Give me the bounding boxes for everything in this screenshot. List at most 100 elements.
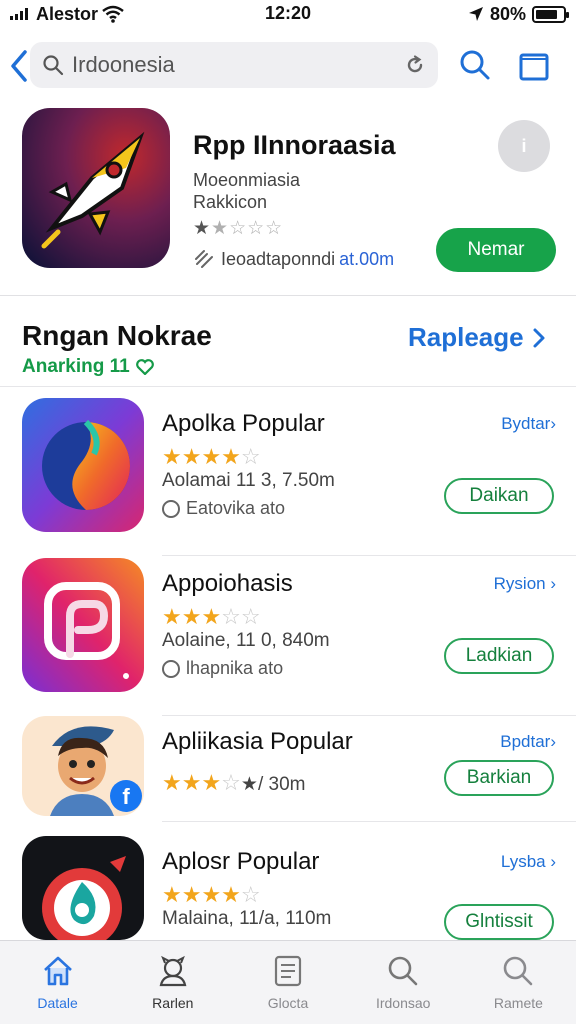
search-icon	[43, 55, 64, 76]
stars-filled: ★★★★	[162, 444, 241, 469]
battery-percent: 80%	[489, 3, 526, 24]
list-item[interactable]: Apolka Popular ★★★★☆ Aolamai 11 3, 7.50m…	[0, 398, 576, 556]
row-divider	[162, 821, 576, 822]
featured-app-icon[interactable]	[22, 108, 170, 268]
rocket-icon	[22, 108, 170, 268]
info-button[interactable]: i	[498, 120, 550, 172]
battery-fill	[536, 9, 557, 19]
app-name: Appoiohasis	[162, 570, 293, 597]
search-field[interactable]: Irdoonesia	[30, 42, 438, 88]
home-icon	[43, 956, 72, 986]
tab-bar: Datale Rarlen Glocta Irdonsao Ramete	[0, 940, 576, 1024]
app-icon-instagram-like[interactable]	[22, 558, 144, 692]
signal-icon	[10, 8, 28, 20]
star-filled-icon: ★	[193, 218, 212, 239]
see-all-label[interactable]: Rapleage	[408, 322, 524, 353]
stars-empty: ☆	[240, 444, 261, 469]
reload-icon[interactable]	[404, 54, 426, 76]
status-ring-icon	[162, 499, 180, 518]
featured-meta-accent: at.00m	[339, 248, 395, 269]
status-bar: Alestor 12:20 80%	[0, 0, 576, 28]
search-query[interactable]: Irdoonesia	[72, 52, 404, 78]
window-icon[interactable]	[518, 50, 550, 82]
app-meta-secondary: lhapnika ato	[162, 658, 283, 679]
featured-app: Rpp IInnoraasia Moeonmiasia Rakkicon ★★☆…	[0, 100, 576, 296]
cartoon-character-icon: f	[22, 716, 144, 816]
app-icon-drop[interactable]	[22, 836, 144, 940]
section-subtitle-text: Anarking 11	[22, 356, 130, 377]
search-icon	[504, 956, 533, 986]
chevron-right-icon	[533, 328, 545, 347]
tab-label: Ramete	[493, 995, 543, 1011]
app-meta: Malaina, 11/a, 110m	[162, 908, 332, 929]
document-icon	[274, 955, 302, 987]
section-divider	[0, 386, 576, 387]
tab-search[interactable]: Irdonsao	[346, 941, 461, 1024]
heart-icon	[135, 359, 154, 375]
tab-today[interactable]: Datale	[0, 941, 115, 1024]
app-icon-character[interactable]: f	[22, 716, 144, 816]
app-update-link[interactable]: Lysba ›	[501, 852, 556, 872]
person-icon	[159, 955, 187, 987]
stars-filled: ★★★	[162, 770, 222, 795]
app-update-link[interactable]: Bydtar›	[501, 414, 556, 434]
app-rating: ★★★★☆	[162, 444, 261, 470]
app-rating: ★★★★☆	[162, 882, 261, 908]
status-ring-icon	[162, 659, 180, 678]
link-icon	[195, 250, 213, 268]
featured-subtitle: Moeonmiasia	[193, 170, 301, 190]
search-icon	[388, 956, 418, 986]
app-name: Apolka Popular	[162, 410, 325, 437]
list-item[interactable]: Appoiohasis ★★★☆☆ Aolaine, 11 0, 840m lh…	[0, 558, 576, 716]
tab-games[interactable]: Rarlen	[115, 941, 230, 1024]
tab-remote[interactable]: Ramete	[461, 941, 576, 1024]
carrier-name: Alestor	[36, 3, 99, 24]
see-all-link[interactable]: Rapleage	[408, 322, 546, 353]
status-right: 80%	[468, 3, 569, 25]
clock: 12:20	[264, 3, 312, 23]
app-rating: ★★★☆★/ 30m	[162, 770, 305, 796]
stars-empty: ☆☆	[221, 604, 261, 629]
featured-meta: Ieoadtaponndi at.00m	[193, 248, 394, 270]
featured-category: Rakkicon	[193, 192, 268, 212]
stars-empty: ☆	[240, 882, 261, 907]
app-name: Apliikasia Popular	[162, 728, 353, 755]
section-title: Rngan Nokrae	[22, 320, 212, 351]
app-get-button[interactable]: Daikan	[444, 478, 554, 514]
featured-get-button[interactable]: Nemar	[436, 228, 556, 272]
tab-label: Glocta	[267, 995, 309, 1011]
section-subtitle: Anarking 11	[22, 356, 154, 378]
back-chevron-icon[interactable]	[8, 48, 30, 84]
app-update-link[interactable]: Bpdtar›	[500, 732, 556, 752]
featured-meta-text: Ieoadtaponndi	[221, 248, 336, 269]
app-meta: Aolamai 11 3, 7.50m	[162, 470, 335, 491]
app-meta-secondary-text: Eatovika ato	[186, 498, 286, 518]
stars-filled: ★★★	[162, 604, 222, 629]
featured-title: Rpp IInnoraasia	[193, 130, 396, 160]
app-rating: ★★★☆☆	[162, 604, 261, 630]
search-row: Irdoonesia	[0, 36, 576, 96]
app-icon-swirl[interactable]	[22, 398, 144, 532]
row-divider	[162, 555, 576, 556]
search-button-icon[interactable]	[458, 48, 492, 82]
wifi-icon	[102, 5, 124, 23]
stars-filled: ★★★★	[162, 882, 241, 907]
tab-label: Irdonsao	[375, 995, 431, 1011]
location-arrow-icon	[468, 7, 483, 21]
carrier-group: Alestor	[10, 4, 124, 25]
app-meta-secondary-text: lhapnika ato	[186, 658, 284, 678]
app-get-button[interactable]: Ladkian	[444, 638, 554, 674]
tab-label: Rarlen	[152, 995, 194, 1011]
tab-label: Datale	[37, 995, 78, 1011]
app-get-button[interactable]: Barkian	[444, 760, 554, 796]
app-name: Aplosr Popular	[162, 848, 320, 875]
app-update-link[interactable]: Rysion ›	[494, 574, 556, 594]
svg-text:f: f	[122, 784, 130, 809]
tab-apps[interactable]: Glocta	[230, 941, 345, 1024]
battery-icon	[532, 5, 569, 23]
stars-empty: ☆	[221, 770, 241, 795]
app-get-button[interactable]: Glntissit	[444, 904, 554, 940]
swirl-logo-icon	[22, 398, 144, 532]
app-meta-secondary: Eatovika ato	[162, 498, 285, 519]
featured-stars: ★☆☆☆	[211, 218, 284, 239]
